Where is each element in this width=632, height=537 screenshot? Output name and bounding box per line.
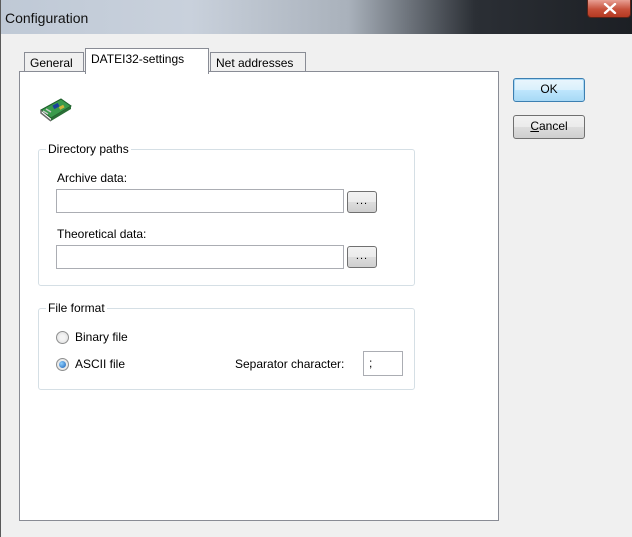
- cancel-accelerator: C: [530, 119, 539, 133]
- tab-panel-datei32-settings: [19, 71, 499, 521]
- ascii-file-label[interactable]: ASCII file: [75, 357, 125, 371]
- theoretical-browse-button[interactable]: ...: [347, 246, 377, 268]
- archive-browse-button[interactable]: ...: [347, 191, 377, 213]
- separator-character-input[interactable]: ;: [363, 351, 403, 376]
- separator-character-label: Separator character:: [235, 357, 345, 371]
- cancel-button[interactable]: Cancel: [513, 115, 585, 139]
- cancel-label-rest: ancel: [538, 119, 568, 133]
- directory-paths-legend: Directory paths: [46, 142, 131, 156]
- theoretical-data-input[interactable]: [56, 245, 344, 269]
- archive-data-input[interactable]: [56, 189, 344, 213]
- binary-file-label[interactable]: Binary file: [75, 330, 128, 344]
- close-icon: [603, 3, 617, 14]
- window-title: Configuration: [5, 10, 89, 26]
- theoretical-data-label: Theoretical data:: [57, 227, 147, 241]
- ascii-file-radio[interactable]: [56, 358, 69, 371]
- close-button[interactable]: [587, 0, 631, 18]
- tab-datei32-settings[interactable]: DATEI32-settings: [85, 48, 209, 74]
- archive-data-label: Archive data:: [57, 171, 128, 185]
- network-card-icon: [40, 98, 72, 122]
- file-format-legend: File format: [46, 301, 107, 315]
- file-format-group: File format: [38, 301, 415, 390]
- configuration-dialog: Configuration General DATEI32-settings N…: [0, 0, 632, 537]
- radio-selected-dot: [59, 361, 66, 368]
- title-bar[interactable]: Configuration: [1, 0, 632, 34]
- ok-button[interactable]: OK: [513, 78, 585, 102]
- binary-file-radio[interactable]: [56, 331, 69, 344]
